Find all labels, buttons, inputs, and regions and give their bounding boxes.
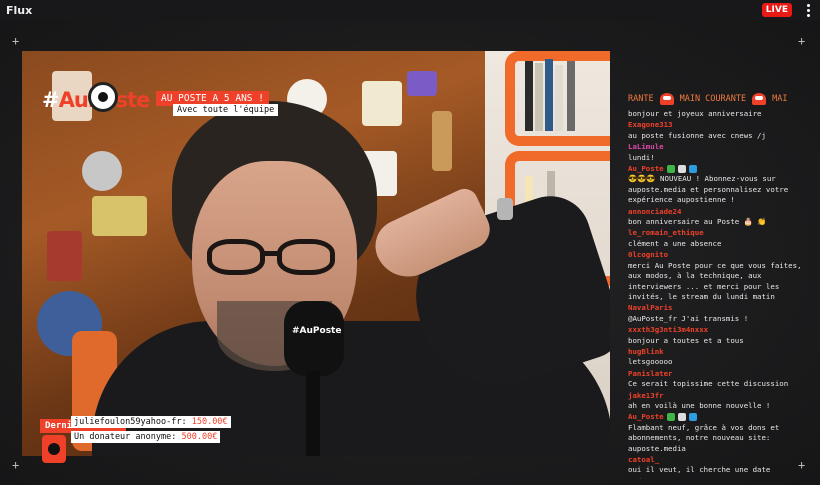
sticker <box>82 151 122 191</box>
chat-message: Red_Ponhello ! <box>628 477 808 479</box>
corner-plus-icon: + <box>12 458 20 472</box>
main-courante-ticker: RANTE MAIN COURANTE MAI <box>628 91 803 107</box>
police-car-icon <box>752 93 767 105</box>
chat-badge-icon <box>688 165 697 174</box>
book <box>545 59 553 131</box>
chat-badge-icon <box>666 165 675 174</box>
sticker <box>407 71 437 96</box>
more-options-icon[interactable] <box>802 2 814 18</box>
window-title: Flux <box>6 3 33 17</box>
chat-panel[interactable]: bonjour et joyeux anniversaire Exagone313… <box>628 109 808 479</box>
chat-username[interactable]: LaLimule <box>628 142 808 152</box>
chat-message: Panislater Ce serait topissime cette disc… <box>628 369 808 390</box>
chat-username[interactable]: jake13fr <box>628 391 808 401</box>
chat-message: hugBlink letsgooooo <box>628 347 808 368</box>
glasses-bridge <box>262 251 282 256</box>
chat-text: Flambant neuf, grâce à vos dons et abonn… <box>628 422 780 453</box>
window-title-bar: Flux LIVE <box>0 0 820 20</box>
donation-row: Un donateur anonyme: 500.00€ <box>71 431 221 443</box>
sticker <box>47 231 82 281</box>
chat-text: au poste fusionne avec cnews /j <box>628 130 766 140</box>
chat-badge-icon <box>677 413 686 422</box>
book <box>535 63 543 131</box>
chat-text: @AuPoste_fr J'ai transmis ! <box>628 313 749 323</box>
chat-text: bon anniversaire au Poste 🎂 👏 <box>628 217 767 227</box>
wristwatch <box>497 198 513 220</box>
book <box>525 61 533 131</box>
donation-name: juliefoulon59yahoo-fr: <box>74 417 187 427</box>
corner-plus-icon: + <box>798 34 806 48</box>
chat-message: Au_Poste Flambant neuf, grâce à vos dons … <box>628 412 808 454</box>
eye-icon <box>88 82 118 112</box>
donation-amount: 150.00€ <box>191 417 228 427</box>
chat-message: 0lcognito merci Au Poste pour ce que vous… <box>628 250 808 302</box>
ticker-item: RANTE <box>628 94 654 104</box>
glasses-lens <box>277 239 335 275</box>
live-badge: LIVE <box>761 3 792 17</box>
microphone-logo: #AuPoste <box>292 326 342 336</box>
donation-row: juliefoulon59yahoo-fr: 150.00€ <box>71 416 231 428</box>
chat-text: oui il veut, il cherche une date <box>628 465 771 475</box>
chat-text: lundi! <box>628 152 655 162</box>
police-car-icon <box>659 93 674 105</box>
chat-username[interactable]: annonciade24 <box>628 207 808 217</box>
chat-username[interactable]: NavalParis <box>628 303 808 313</box>
chat-badge-icon <box>677 165 686 174</box>
chat-message: bonjour et joyeux anniversaire <box>628 109 808 119</box>
chat-text: merci Au Poste pour ce que vous faites, … <box>628 260 802 301</box>
chat-username[interactable]: Au_Poste <box>628 164 808 174</box>
chat-badge-icon <box>688 413 697 422</box>
chat-username[interactable]: hugBlink <box>628 347 808 357</box>
chat-message: NavalParis @AuPoste_fr J'ai transmis ! <box>628 303 808 324</box>
chat-username[interactable]: xxxth3g3nti3m4nxxx <box>628 325 808 335</box>
chat-text: bonjour et joyeux anniversaire <box>628 109 762 118</box>
ticker-item: MAI <box>772 94 788 104</box>
sticker <box>92 196 147 236</box>
chat-username[interactable]: Exagone313 <box>628 120 808 130</box>
sticker <box>362 81 402 126</box>
stream-overlay: + + + + #AuPoste # AU POSTE A 5 ANS ! Av… <box>0 20 820 485</box>
chat-username[interactable]: le_romain_ethique <box>628 228 808 238</box>
chat-username[interactable]: Au_Poste <box>628 412 808 422</box>
chat-message: annonciade24 bon anniversaire au Poste 🎂 … <box>628 207 808 228</box>
chat-message: Au_Poste 😎😎😎 NOUVEAU ! Abonnez-vous sur a… <box>628 164 808 206</box>
corner-plus-icon: + <box>12 34 20 48</box>
microphone-stand <box>306 371 320 456</box>
chat-text: Ce serait topissime cette discussion <box>628 379 789 389</box>
chat-message: Exagone313 au poste fusionne avec cnews /… <box>628 120 808 141</box>
book <box>555 65 563 131</box>
donation-amount: 500.00€ <box>181 432 218 442</box>
logo-hash: # <box>42 88 60 112</box>
chat-text: bonjour a toutes et a tous <box>628 335 744 345</box>
sticker <box>432 111 452 171</box>
chat-text: 😎😎😎 NOUVEAU ! Abonnez-vous sur auposte.m… <box>628 174 789 205</box>
chat-username[interactable]: Red_Pon <box>628 477 808 479</box>
chat-message: jake13fr ah en voilà une bonne nouvelle ! <box>628 391 808 412</box>
chat-badge-icon <box>666 413 675 422</box>
chat-username[interactable]: catoal_ <box>628 455 808 465</box>
chat-text: ah en voilà une bonne nouvelle ! <box>628 400 771 410</box>
donation-name: Un donateur anonyme: <box>74 432 177 442</box>
donation-alert-icon <box>42 435 66 463</box>
subline-tag: Avec toute l'équipe <box>173 104 279 116</box>
microphone <box>284 301 344 376</box>
book <box>567 61 575 131</box>
chat-text: clément a une absence <box>628 238 722 248</box>
glasses-lens <box>207 239 265 275</box>
chat-message: le_romain_ethique clément a une absence <box>628 228 808 249</box>
ticker-item: MAIN COURANTE <box>679 94 747 104</box>
chat-text: letsgooooo <box>628 357 673 367</box>
chat-username[interactable]: 0lcognito <box>628 250 808 260</box>
chat-message: LaLimule lundi! <box>628 142 808 163</box>
chat-message: catoal_ oui il veut, il cherche une date <box>628 455 808 476</box>
chat-message: xxxth3g3nti3m4nxxx bonjour a toutes et a … <box>628 325 808 346</box>
chat-username[interactable]: Panislater <box>628 369 808 379</box>
